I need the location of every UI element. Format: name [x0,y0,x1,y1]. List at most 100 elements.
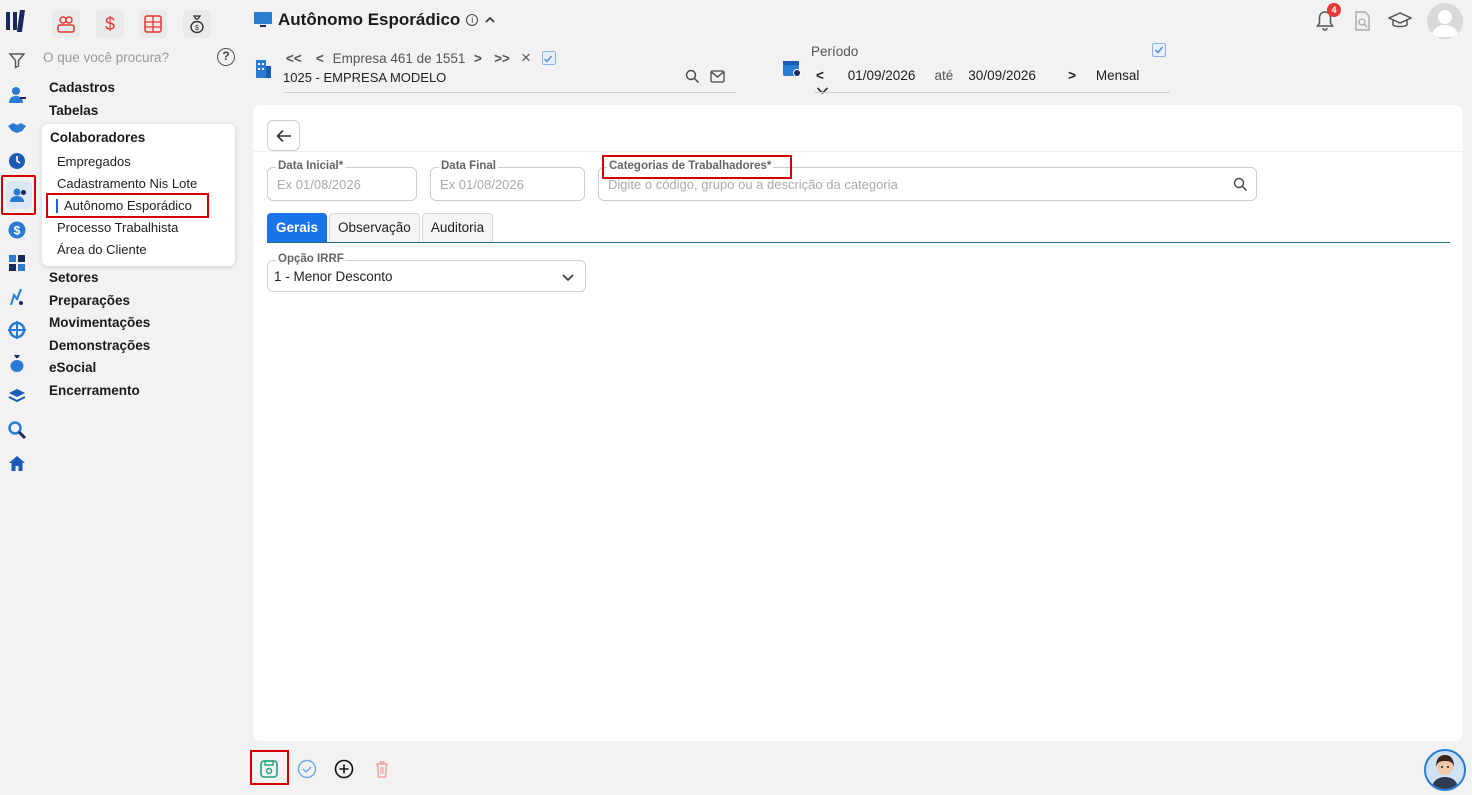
layers-icon[interactable] [6,385,28,407]
periodo-checkbox[interactable] [1152,43,1166,57]
clock-icon[interactable] [6,150,28,172]
search-magnifier-icon[interactable] [6,419,28,441]
clear-company-button[interactable]: × [516,48,536,68]
menu-search-row: O que você procura? ? [8,48,238,68]
page-header: Autônomo Esporádico i [254,10,496,30]
tab-auditoria[interactable]: Auditoria [421,213,494,243]
dollar-icon[interactable]: $ [6,219,28,241]
prev-period-button[interactable]: < [816,68,844,83]
menu-item-encerramento[interactable]: Encerramento [49,383,140,398]
monitor-icon [254,12,272,27]
menu-item-preparacoes[interactable]: Preparações [49,293,130,308]
help-icon[interactable]: ? [217,48,235,66]
user-register-icon[interactable] [6,84,28,106]
data-inicial-field[interactable]: Data Inicial* Ex 01/08/2026 [267,160,417,201]
network-gear-icon[interactable] [6,319,28,341]
submenu-title[interactable]: Colaboradores [50,130,145,145]
active-item-indicator [56,199,58,213]
prev-company-button[interactable]: < [310,51,330,66]
first-company-button[interactable]: << [286,51,310,66]
last-company-button[interactable]: >> [488,51,516,66]
next-period-button[interactable]: > [1068,68,1092,83]
module-money-bag-icon[interactable]: $ [183,10,211,38]
menu-item-setores[interactable]: Setores [49,270,99,285]
add-circle-icon[interactable] [334,759,354,779]
document-search-icon[interactable] [1354,11,1372,31]
opcao-irrf-select[interactable]: Opção IRRF 1 - Menor Desconto [267,253,586,292]
data-final-input[interactable]: Ex 01/08/2026 [440,177,524,192]
notification-badge: 4 [1327,3,1341,17]
module-people-icon[interactable] [52,10,80,38]
categorias-input[interactable]: Digite o código, grupo ou a descrição da… [608,177,898,192]
info-icon[interactable]: i [466,14,479,26]
check-circle-icon[interactable] [297,759,317,779]
submenu-item-autonomo-esporadico[interactable]: Autônomo Esporádico [64,198,192,213]
periodo-row: < 01/09/2026 até 30/09/2026 > Mensal [816,68,1172,98]
people-icon[interactable] [6,181,32,209]
trash-icon[interactable] [372,759,392,779]
card-divider [253,151,1463,152]
handshake-icon[interactable] [6,117,28,139]
svg-text:$: $ [14,224,21,238]
submenu-item-processo-trabalhista[interactable]: Processo Trabalhista [57,220,178,235]
save-icon[interactable] [259,759,279,779]
menu-search-input[interactable]: O que você procura? [43,50,169,65]
chart-pen-icon[interactable] [6,286,28,308]
period-mode-select[interactable]: Mensal [1096,68,1164,83]
categorias-highlight [602,155,792,179]
menu-item-tabelas[interactable]: Tabelas [49,103,98,118]
period-ate-label: até [934,68,954,83]
module-grid-icon[interactable] [139,10,167,38]
empresa-checkbox[interactable] [542,51,556,65]
next-company-button[interactable]: > [468,51,488,66]
menu-item-cadastros[interactable]: Cadastros [49,80,115,95]
data-inicial-input[interactable]: Ex 01/08/2026 [277,177,361,192]
menu-item-esocial[interactable]: eSocial [49,360,96,375]
colaboradores-selected-box[interactable] [1,175,36,215]
submenu-item-cadastramento-nis-lote[interactable]: Cadastramento Nis Lote [57,176,197,191]
search-icon[interactable] [1233,177,1248,192]
user-silhouette-icon [1432,10,1458,37]
icon-rail: $ [0,0,36,795]
calendar-icon [783,61,801,77]
graduation-cap-icon[interactable] [1388,12,1412,30]
tab-gerais[interactable]: Gerais [267,213,328,243]
empresa-navigation: << < Empresa 461 de 1551 > >> × [286,48,556,68]
calculator-icon[interactable] [6,252,28,274]
mail-icon[interactable] [710,70,725,83]
chevron-down-icon[interactable] [816,85,829,95]
empresa-selector: << < Empresa 461 de 1551 > >> × 1025 - E… [254,46,736,94]
check-icon [1154,46,1164,54]
tab-observacao[interactable]: Observação [329,213,420,243]
page-title: Autônomo Esporádico [278,10,461,29]
opcao-irrf-value[interactable]: 1 - Menor Desconto [274,269,393,284]
svg-text:$: $ [105,14,115,34]
tabs-underline [267,242,1450,243]
company-counter: Empresa 461 de 1551 [332,50,466,66]
app-logo-icon[interactable] [6,10,30,32]
periodo-label: Período [811,44,859,59]
submenu-item-area-do-cliente[interactable]: Área do Cliente [57,242,147,257]
data-final-label: Data Final [439,160,498,172]
menu-item-movimentacoes[interactable]: Movimentações [49,315,150,330]
user-avatar[interactable] [1427,3,1463,39]
module-dollar-icon[interactable]: $ [96,10,124,38]
assistant-avatar[interactable] [1424,749,1466,791]
search-icon[interactable] [685,69,700,84]
home-icon[interactable] [6,452,28,474]
back-button[interactable] [267,120,300,151]
money-bag-icon[interactable] [6,352,28,374]
submenu-item-empregados[interactable]: Empregados [57,154,131,169]
opcao-irrf-label: Opção IRRF [276,253,346,265]
period-start[interactable]: 01/09/2026 [848,68,931,83]
data-final-field[interactable]: Data Final Ex 01/08/2026 [430,160,585,201]
company-name[interactable]: 1025 - EMPRESA MODELO [283,70,446,85]
chevron-down-icon[interactable] [561,270,575,284]
empresa-underline [284,92,736,93]
building-icon [256,60,271,78]
svg-text:$: $ [195,25,199,32]
check-icon [543,55,553,63]
period-end[interactable]: 30/09/2026 [968,68,1064,83]
chevron-up-icon[interactable] [484,14,496,26]
menu-item-demonstracoes[interactable]: Demonstrações [49,338,150,353]
